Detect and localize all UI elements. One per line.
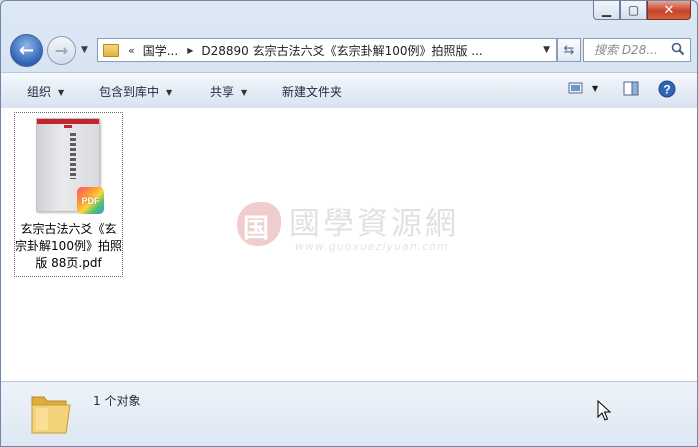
watermark-url: www.guoxueziyuan.com — [295, 240, 449, 253]
preview-pane-button[interactable] — [623, 81, 639, 99]
chevron-down-icon: ▼ — [241, 88, 248, 97]
thumbnail-red-band — [37, 119, 99, 124]
folder-icon — [31, 396, 71, 434]
close-button[interactable]: ✕ — [647, 1, 691, 20]
change-view-button[interactable] — [568, 81, 584, 98]
caption-buttons: ▁ ▢ ✕ — [593, 1, 691, 20]
include-in-library-label: 包含到库中 — [99, 85, 160, 99]
view-icon — [568, 82, 583, 94]
minimize-icon: ▁ — [601, 3, 612, 17]
share-menu[interactable]: 共享 ▼ — [210, 83, 247, 100]
close-icon: ✕ — [663, 2, 675, 18]
chevron-down-icon: ▼ — [58, 88, 65, 97]
include-in-library-menu[interactable]: 包含到库中 ▼ — [99, 83, 172, 100]
pdf-icon: PDF — [77, 187, 104, 214]
search-icon[interactable] — [671, 42, 685, 56]
overflow-chevron[interactable]: « — [128, 44, 135, 57]
watermark-seal-icon: 国 — [237, 202, 281, 246]
chevron-down-icon: ▼ — [166, 88, 173, 97]
address-bar[interactable]: « 国学... ▶ D28890 玄宗古法六爻《玄宗卦解100例》拍照版 ...… — [97, 38, 557, 62]
organize-label: 组织 — [27, 85, 52, 99]
back-button[interactable]: ← — [10, 34, 43, 67]
file-name[interactable]: 玄宗古法六爻《玄宗卦解100例》拍照版 88页.pdf — [15, 221, 122, 272]
minimize-button[interactable]: ▁ — [593, 1, 620, 20]
item-count: 1 个对象 — [93, 394, 141, 408]
folder-icon — [103, 43, 119, 57]
maximize-button[interactable]: ▢ — [620, 1, 647, 20]
new-folder-label: 新建文件夹 — [282, 85, 343, 99]
preview-pane-icon — [623, 81, 639, 96]
refresh-icon: ⇆ — [563, 42, 575, 58]
search-box[interactable] — [583, 38, 691, 62]
file-item[interactable]: PDF 玄宗古法六爻《玄宗卦解100例》拍照版 88页.pdf — [14, 112, 123, 277]
watermark: 国 國學資源網 www.guoxueziyuan.com — [237, 198, 497, 258]
search-input[interactable] — [594, 43, 672, 57]
organize-menu[interactable]: 组织 ▼ — [27, 83, 64, 100]
forward-button[interactable]: → — [47, 36, 76, 65]
share-label: 共享 — [210, 85, 235, 99]
help-button[interactable]: ? — [658, 80, 676, 101]
view-options-dropdown[interactable]: ▼ — [592, 84, 598, 93]
thumbnail-title-text — [70, 133, 76, 179]
forward-arrow-icon: → — [54, 41, 69, 60]
breadcrumb-separator-icon[interactable]: ▶ — [187, 46, 193, 55]
thumbnail-tab — [64, 125, 72, 128]
watermark-title: 國學資源網 — [289, 206, 459, 242]
watermark-seal-char: 国 — [243, 214, 270, 244]
breadcrumb-current[interactable]: D28890 玄宗古法六爻《玄宗卦解100例》拍照版 ... — [201, 42, 482, 59]
command-bar: 组织 ▼ 包含到库中 ▼ 共享 ▼ 新建文件夹 ▼ ? — [1, 72, 697, 109]
breadcrumb-root[interactable]: 国学... — [143, 42, 178, 59]
refresh-button[interactable]: ⇆ — [557, 38, 581, 62]
maximize-icon: ▢ — [627, 3, 640, 17]
new-folder-button[interactable]: 新建文件夹 — [282, 83, 342, 100]
mouse-cursor-icon — [597, 400, 611, 421]
file-list-area[interactable]: PDF 玄宗古法六爻《玄宗卦解100例》拍照版 88页.pdf 国 國學資源網 … — [1, 108, 697, 381]
pdf-badge-label: PDF — [81, 195, 100, 206]
recent-pages-dropdown[interactable]: ▼ — [81, 45, 88, 55]
svg-text:?: ? — [663, 83, 670, 97]
back-arrow-icon: ← — [18, 40, 35, 61]
explorer-window: ▁ ▢ ✕ ← → ▼ « 国学... ▶ D28890 玄宗古法六爻《玄宗卦解… — [0, 0, 698, 447]
address-dropdown-icon[interactable]: ▼ — [543, 45, 550, 55]
help-icon: ? — [658, 80, 676, 98]
details-pane: 1 个对象 — [1, 381, 697, 446]
